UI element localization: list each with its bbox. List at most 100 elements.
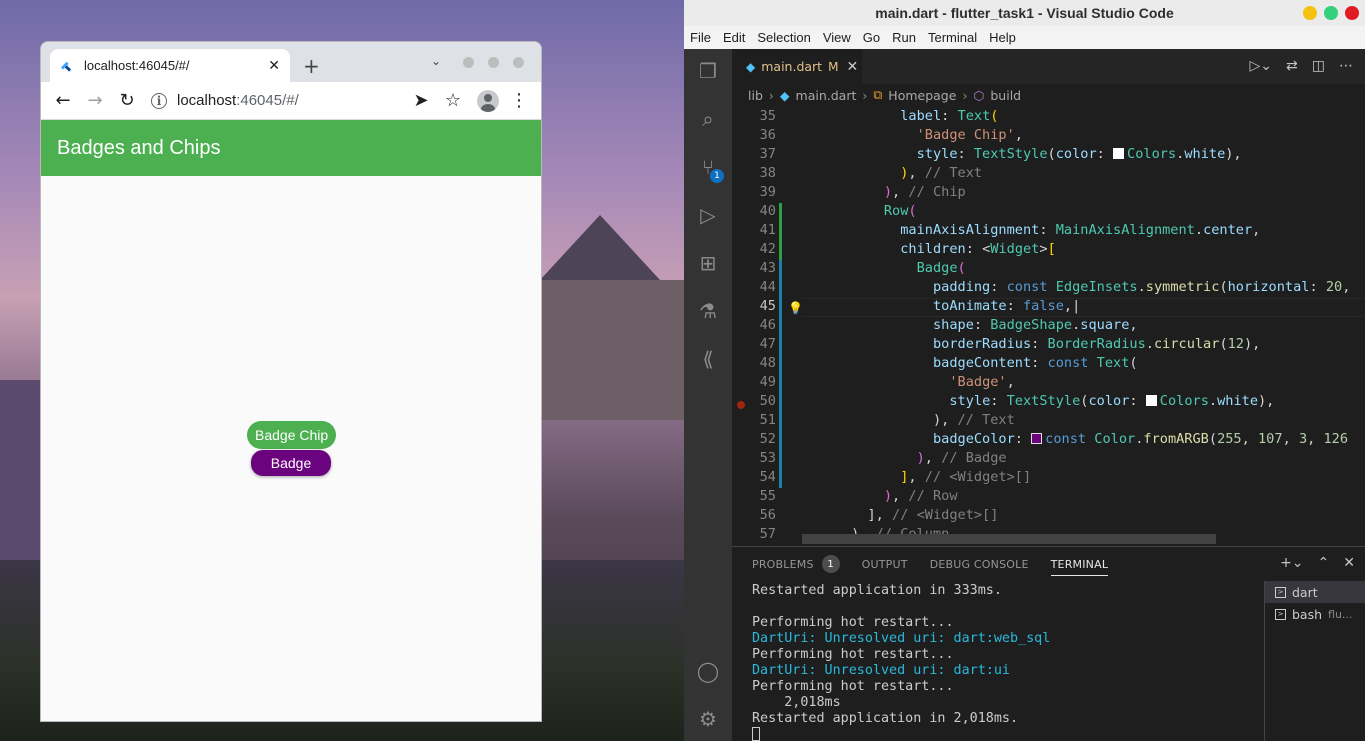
tab-terminal[interactable]: TERMINAL: [1050, 558, 1109, 576]
close-editor-icon[interactable]: ✕: [846, 59, 858, 75]
breadcrumb-main-dart[interactable]: main.dart: [796, 88, 857, 103]
breadcrumb-lib[interactable]: lib: [748, 88, 763, 103]
dart-file-icon: ◆: [779, 87, 790, 103]
maximize-button[interactable]: [1324, 6, 1338, 20]
close-button[interactable]: [1345, 6, 1359, 20]
wallpaper-slope: [530, 280, 684, 420]
run-debug-icon[interactable]: ▷: [696, 203, 720, 227]
new-tab-icon[interactable]: +: [303, 54, 320, 78]
breadcrumb-homepage[interactable]: Homepage: [888, 88, 956, 103]
code-line: 50 style: TextStyle(color: Colors.white)…: [759, 393, 1275, 409]
minimize-window-button[interactable]: [463, 57, 474, 68]
search-icon[interactable]: ⌕: [696, 107, 720, 131]
chevron-right-icon: ›: [962, 87, 968, 103]
settings-gear-icon[interactable]: ⚙: [696, 707, 720, 731]
minimize-button[interactable]: [1303, 6, 1317, 20]
wallpaper-hill: [0, 380, 45, 580]
horizontal-scrollbar[interactable]: [802, 534, 1216, 544]
breadcrumb: lib › ◆ main.dart › ⧉ Homepage › ⬡ build: [732, 84, 1365, 106]
editor-tab-main-dart[interactable]: ◆ main.dart M ✕: [732, 49, 862, 84]
menu-run[interactable]: Run: [892, 30, 916, 45]
menu-file[interactable]: File: [690, 30, 711, 45]
terminal-line: 2,018ms: [752, 695, 841, 710]
tab-problems[interactable]: PROBLEMS 1: [752, 555, 840, 573]
terminal-line: Performing hot restart...: [752, 647, 954, 662]
reload-icon[interactable]: ↻: [115, 89, 139, 113]
code-editor[interactable]: 💡 35 label: Text( 36 'Badge Chip', 37 st…: [732, 108, 1365, 545]
terminal-item-dart[interactable]: > dart: [1265, 581, 1365, 603]
menu-edit[interactable]: Edit: [723, 30, 745, 45]
terminal-icon: >: [1275, 608, 1286, 620]
address-bar[interactable]: i localhost:46045/#/: [151, 92, 409, 109]
send-icon[interactable]: ➤: [409, 89, 433, 113]
maximize-panel-chevron-up-icon[interactable]: ⌃: [1318, 555, 1330, 571]
testing-flask-icon[interactable]: ⚗: [696, 299, 720, 323]
accounts-icon[interactable]: ◯: [696, 659, 720, 683]
terminal-output[interactable]: Restarted application in 333ms. Performi…: [752, 583, 1252, 741]
back-arrow-icon[interactable]: ←: [51, 89, 75, 113]
editor-tab-bar: ◆ main.dart M ✕ ▷⌄ ⇄ ◫ ⋯: [732, 49, 1365, 84]
tab-output[interactable]: OUTPUT: [862, 558, 908, 571]
url-host: localhost: [177, 92, 237, 109]
terminal-item-bash[interactable]: > bash flu...: [1265, 603, 1365, 625]
code-line: 52 badgeColor: const Color.fromARGB(255,…: [759, 431, 1349, 447]
activity-bar: ❐ ⌕ ⑂ 1 ▷ ⊞ ⚗ ⟪ ◯ ⚙: [684, 49, 732, 741]
menu-go[interactable]: Go: [863, 30, 880, 45]
close-panel-icon[interactable]: ✕: [1343, 555, 1355, 571]
profile-avatar[interactable]: [477, 89, 499, 112]
explorer-files-icon[interactable]: ❐: [696, 59, 720, 83]
code-line: 46 shape: BadgeShape.square,: [759, 317, 1138, 333]
tab-debug-console[interactable]: DEBUG CONSOLE: [930, 558, 1029, 571]
more-menu-icon[interactable]: ⋮: [507, 89, 531, 113]
more-actions-icon[interactable]: ⋯: [1339, 58, 1353, 74]
modified-indicator: M: [828, 59, 839, 74]
vscode-window: main.dart - flutter_task1 - Visual Studi…: [684, 0, 1365, 741]
terminal-list: > dart > bash flu...: [1264, 581, 1365, 741]
extensions-icon[interactable]: ⊞: [696, 251, 720, 275]
menu-view[interactable]: View: [823, 30, 851, 45]
code-line: 45 toAnimate: false,|: [759, 298, 1081, 314]
tab-search-chevron-icon[interactable]: ⌄: [431, 54, 441, 68]
run-debug-dropdown-icon[interactable]: ▷⌄: [1250, 58, 1273, 74]
close-window-button[interactable]: [513, 57, 524, 68]
menu-terminal[interactable]: Terminal: [928, 30, 977, 45]
bookmark-star-icon[interactable]: ☆: [441, 89, 465, 113]
menu-selection[interactable]: Selection: [757, 30, 810, 45]
open-changes-icon[interactable]: ⇄: [1286, 58, 1298, 74]
flutter-outline-icon[interactable]: ⟪: [696, 347, 720, 371]
forward-arrow-icon[interactable]: →: [83, 89, 107, 113]
code-line: 41 mainAxisAlignment: MainAxisAlignment.…: [759, 222, 1261, 238]
badge-chip[interactable]: Badge Chip: [247, 421, 337, 449]
white-color-swatch: [1113, 148, 1125, 159]
split-editor-icon[interactable]: ◫: [1312, 58, 1325, 74]
editor-actions: ▷⌄ ⇄ ◫ ⋯: [1250, 58, 1353, 74]
code-line: 43 Badge(: [759, 260, 966, 276]
terminal-line: DartUri: Unresolved uri: dart:ui: [752, 663, 1010, 678]
site-info-icon[interactable]: i: [151, 92, 167, 109]
code-line: 40 Row(: [759, 203, 917, 219]
code-line: 47 borderRadius: BorderRadius.circular(1…: [759, 336, 1261, 352]
code-line: 53 ), // Badge: [759, 450, 1007, 466]
url-path: :46045/#/: [236, 92, 299, 109]
breadcrumb-build[interactable]: build: [990, 88, 1021, 103]
code-line: 49 'Badge',: [759, 374, 1015, 390]
terminal-cursor: [752, 727, 760, 741]
bottom-panel: PROBLEMS 1 OUTPUT DEBUG CONSOLE TERMINAL …: [732, 546, 1365, 741]
app-bar: Badges and Chips: [41, 120, 541, 176]
menu-help[interactable]: Help: [989, 30, 1016, 45]
browser-tabstrip: localhost:46045/#/ ✕ + ⌄: [41, 42, 541, 82]
class-icon: ⧉: [873, 87, 883, 102]
terminal-line: DartUri: Unresolved uri: dart:web_sql: [752, 631, 1051, 646]
code-line: 56 ], // <Widget>[]: [759, 507, 999, 523]
panel-actions: +⌄ ⌃ ✕: [1280, 555, 1355, 571]
menu-bar: File Edit Selection View Go Run Terminal…: [684, 26, 1365, 49]
close-tab-icon[interactable]: ✕: [268, 58, 280, 74]
browser-window: localhost:46045/#/ ✕ + ⌄ ← → ↻ i localho…: [40, 41, 542, 722]
app-body: Badge Chip Badge: [41, 176, 541, 721]
browser-tab[interactable]: localhost:46045/#/ ✕: [50, 49, 290, 82]
terminal-line: Restarted application in 333ms.: [752, 583, 1002, 598]
maximize-window-button[interactable]: [488, 57, 499, 68]
terminal-line: Performing hot restart...: [752, 679, 954, 694]
new-terminal-icon[interactable]: +⌄: [1280, 555, 1303, 571]
